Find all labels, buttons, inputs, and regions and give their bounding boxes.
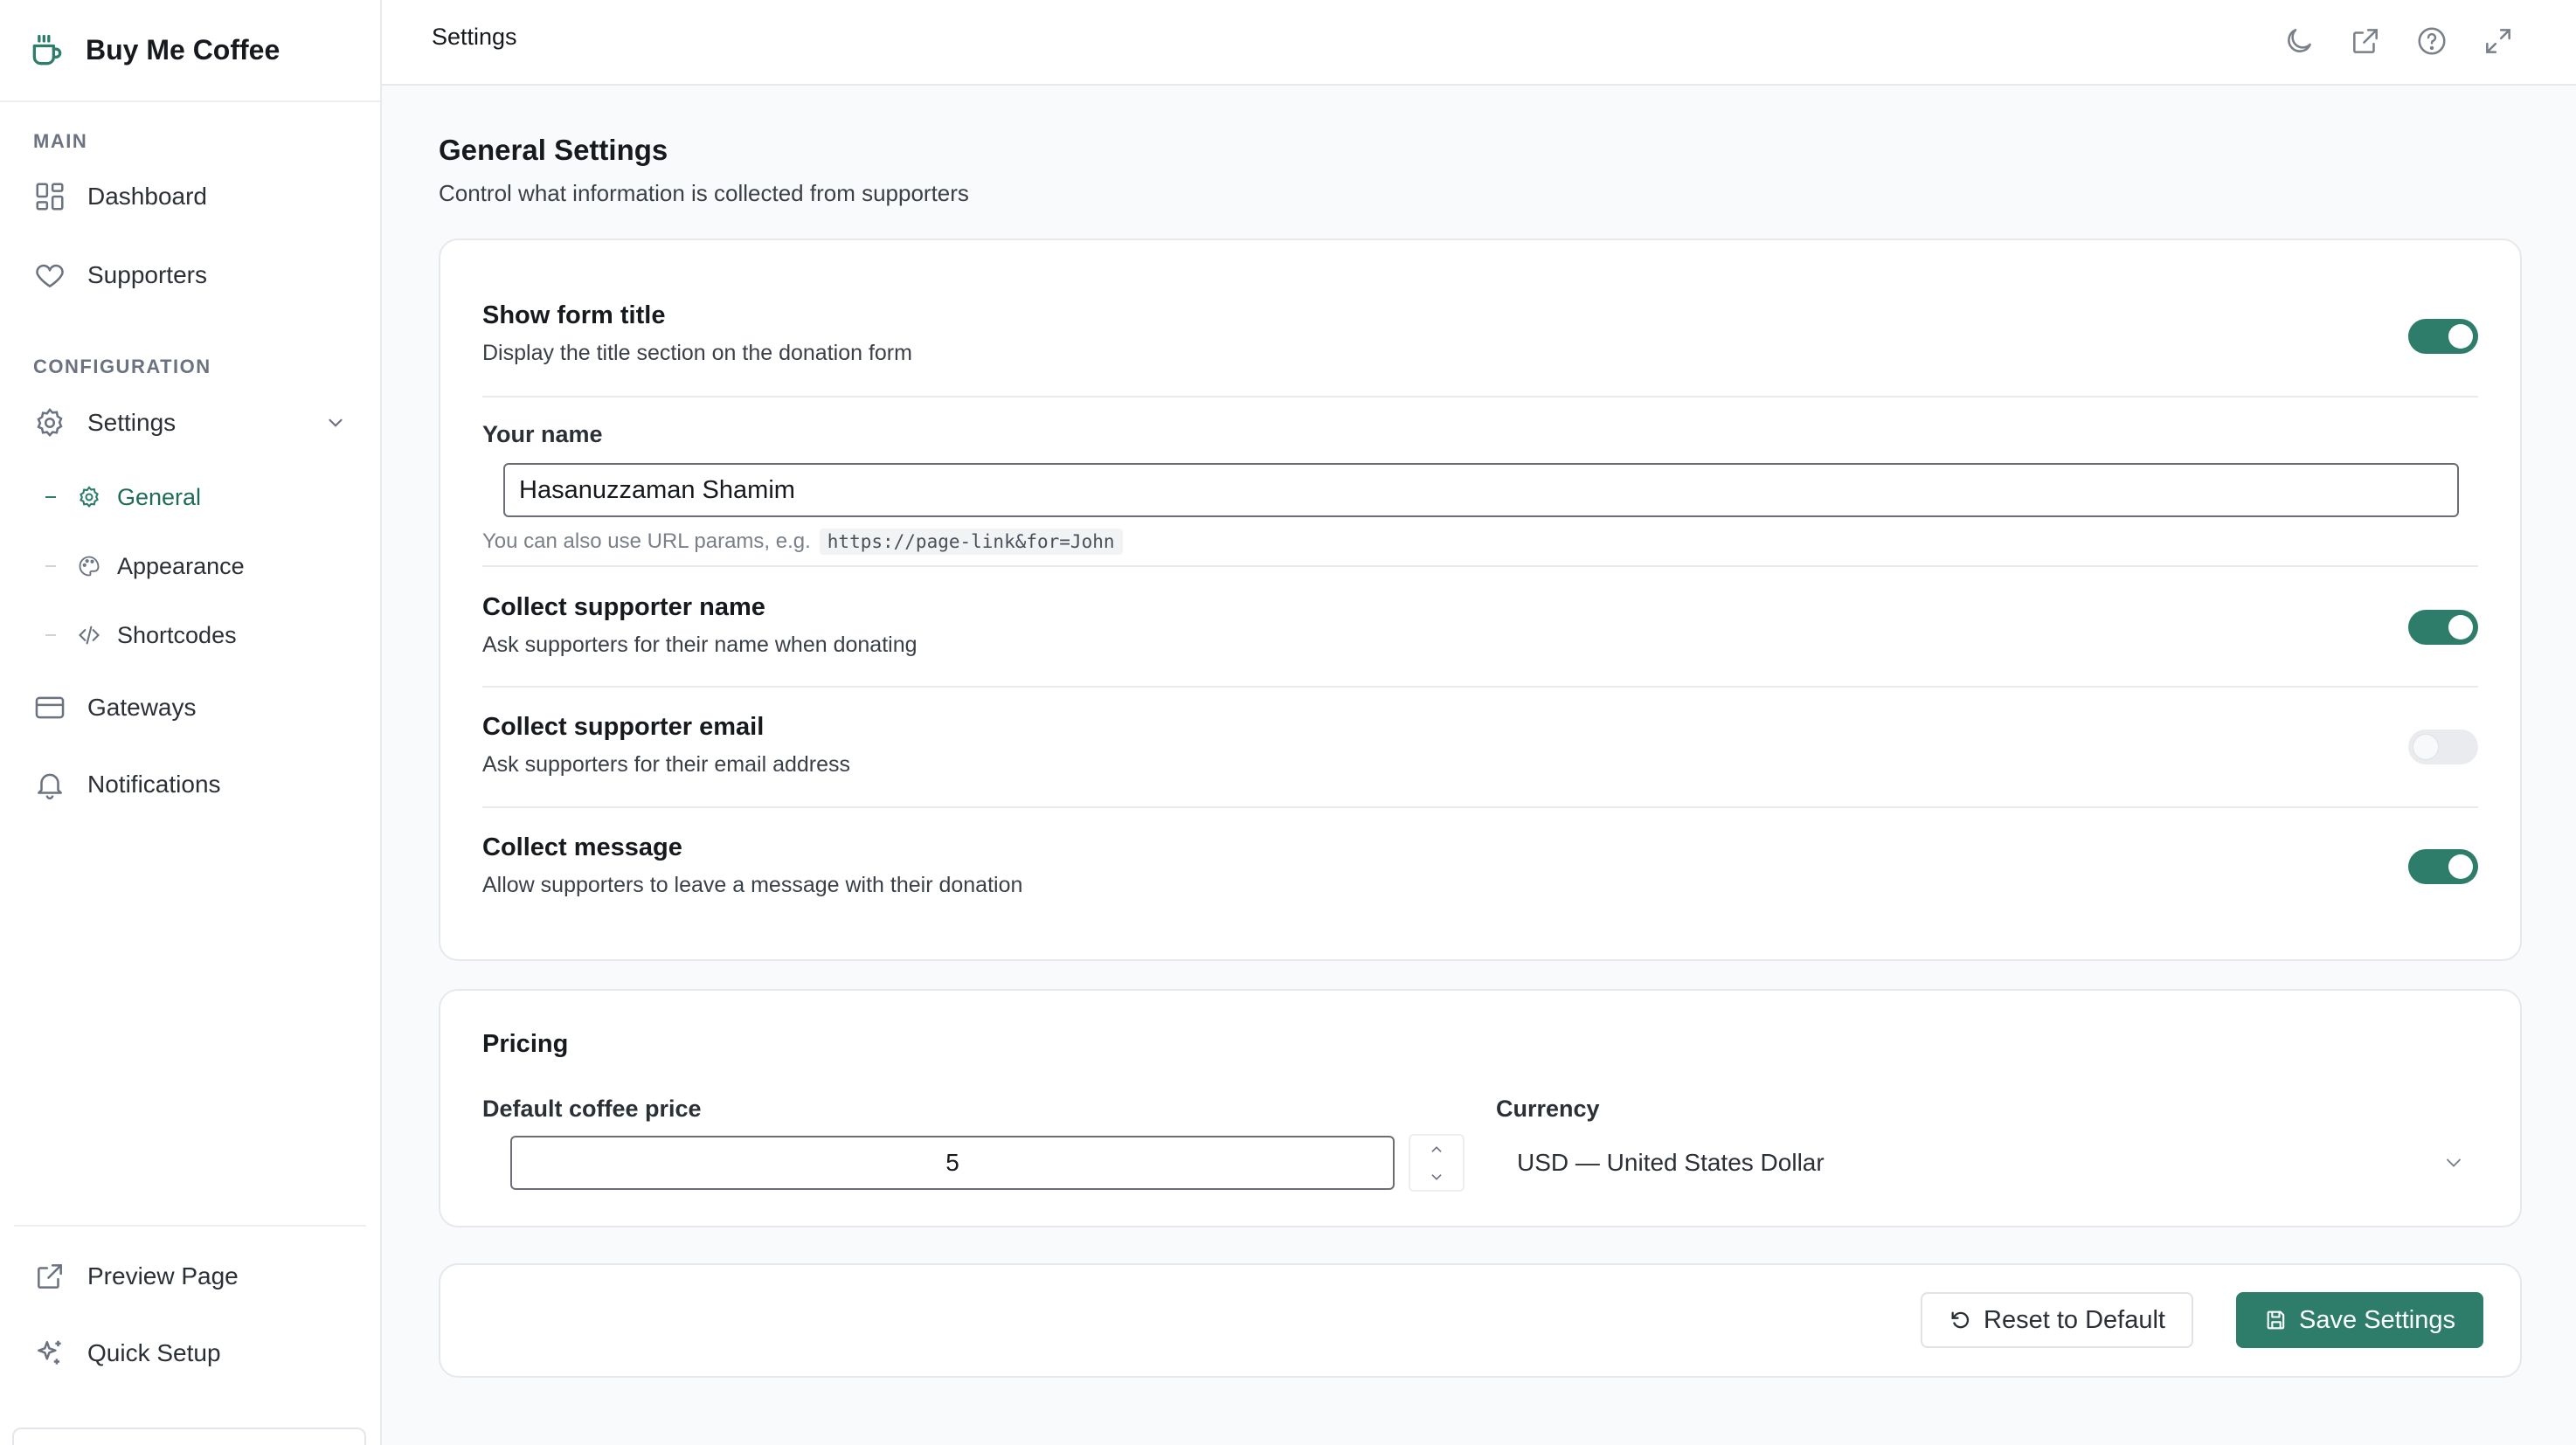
quantity-stepper[interactable] [1409, 1134, 1465, 1192]
chevron-down-icon [2441, 1151, 2466, 1175]
coffee-cup-icon [28, 31, 66, 70]
toggle-knob [2413, 735, 2438, 759]
sidebar-item-gateways[interactable]: Gateways [33, 681, 347, 734]
bell-icon [33, 768, 66, 801]
sidebar-item-label: Quick Setup [87, 1339, 221, 1366]
chevron-down-icon[interactable] [324, 411, 347, 434]
divider [482, 686, 2478, 688]
section-label-main: MAIN [33, 130, 88, 152]
collect-name-toggle[interactable] [2408, 610, 2478, 645]
setting-description: Ask supporters for their name when donat… [482, 633, 918, 657]
save-settings-button[interactable]: Save Settings [2236, 1292, 2483, 1348]
brand[interactable]: Buy Me Coffee [0, 0, 380, 102]
page-title: Settings [432, 24, 517, 50]
price-input[interactable]: 5 [510, 1136, 1395, 1190]
collect-email-toggle[interactable] [2408, 729, 2478, 764]
toggle-knob [2448, 615, 2473, 640]
help-icon[interactable] [2415, 24, 2448, 58]
sidebar-item-settings[interactable]: Settings [33, 397, 347, 449]
sidebar-subitem-general[interactable]: General [45, 474, 347, 520]
sidebar-footer-card [12, 1428, 366, 1445]
your-name-label: Your name [482, 421, 603, 447]
setting-collect-email: Collect supporter email Ask supporters f… [482, 713, 2478, 778]
setting-title: Collect supporter email [482, 713, 765, 741]
sidebar-subitem-label: Appearance [117, 552, 245, 579]
sidebar: Buy Me Coffee MAIN Dashboard Supporters … [0, 0, 382, 1445]
setting-description: Allow supporters to leave a message with… [482, 873, 1023, 897]
gear-icon [77, 485, 101, 509]
setting-collect-message: Collect message Allow supporters to leav… [482, 833, 2478, 898]
external-link-icon [33, 1260, 66, 1293]
external-link-icon[interactable] [2349, 24, 2382, 58]
section-heading: General Settings [439, 134, 668, 166]
sidebar-item-label: Supporters [87, 261, 207, 288]
toggle-knob [2448, 324, 2473, 349]
chevron-down-icon[interactable] [1410, 1163, 1463, 1190]
section-subheading: Control what information is collected fr… [439, 180, 969, 206]
setting-description: Ask supporters for their email address [482, 752, 851, 777]
your-name-input[interactable]: Hasanuzzaman Shamim [503, 463, 2459, 517]
general-settings-card: Show form title Display the title sectio… [439, 239, 2522, 961]
help-code-example: https://page-link&for=John [819, 529, 1123, 555]
sidebar-item-supporters[interactable]: Supporters [33, 249, 347, 301]
sidebar-item-preview-page[interactable]: Preview Page [33, 1250, 347, 1303]
show-form-title-toggle[interactable] [2408, 319, 2478, 354]
moon-icon[interactable] [2282, 24, 2316, 58]
app-name: Buy Me Coffee [86, 34, 280, 66]
help-text: You can also use URL params, e.g. [482, 529, 811, 553]
sidebar-item-quick-setup[interactable]: Quick Setup [33, 1327, 347, 1379]
topbar: Settings [382, 0, 2576, 86]
gear-icon [33, 406, 66, 439]
setting-title: Collect message [482, 833, 682, 861]
save-button-label: Save Settings [2299, 1305, 2455, 1334]
code-icon [77, 623, 101, 647]
sidebar-item-notifications[interactable]: Notifications [33, 758, 347, 811]
dashboard-icon [33, 180, 66, 213]
save-icon [2264, 1308, 2289, 1332]
sidebar-item-label: Dashboard [87, 183, 207, 210]
sidebar-item-label: Gateways [87, 694, 197, 721]
currency-label: Currency [1496, 1096, 1600, 1122]
setting-collect-name: Collect supporter name Ask supporters fo… [482, 593, 2478, 658]
credit-card-icon [33, 691, 66, 724]
sidebar-item-dashboard[interactable]: Dashboard [33, 170, 347, 223]
setting-description: Display the title section on the donatio… [482, 341, 912, 365]
divider [482, 396, 2478, 398]
reset-icon [1949, 1308, 1973, 1332]
expand-icon[interactable] [2482, 24, 2515, 58]
actions-card: Reset to Default Save Settings [439, 1263, 2522, 1378]
reset-to-default-button[interactable]: Reset to Default [1921, 1292, 2193, 1348]
divider [482, 806, 2478, 808]
divider [482, 565, 2478, 567]
currency-select[interactable]: USD — United States Dollar [1496, 1136, 2478, 1190]
active-indicator [45, 496, 56, 498]
pricing-card: Pricing Default coffee price 5 Currency … [439, 989, 2522, 1227]
sidebar-item-label: Settings [87, 409, 177, 436]
setting-show-form-title: Show form title Display the title sectio… [482, 301, 2478, 366]
toggle-knob [2448, 854, 2473, 879]
chevron-up-icon[interactable] [1410, 1136, 1463, 1163]
currency-selected-value: USD — United States Dollar [1517, 1149, 1825, 1176]
sidebar-divider [14, 1225, 366, 1227]
subitem-dash [45, 634, 56, 636]
subitem-dash [45, 565, 56, 567]
section-label-configuration: CONFIGURATION [33, 356, 211, 377]
sidebar-item-label: Preview Page [87, 1262, 239, 1289]
sidebar-subitem-shortcodes[interactable]: Shortcodes [45, 612, 347, 658]
sidebar-item-label: Notifications [87, 771, 221, 798]
price-label: Default coffee price [482, 1096, 702, 1122]
sidebar-subitem-appearance[interactable]: Appearance [45, 543, 347, 589]
palette-icon [77, 554, 101, 578]
setting-title: Show form title [482, 301, 666, 329]
collect-message-toggle[interactable] [2408, 849, 2478, 884]
setting-title: Collect supporter name [482, 593, 765, 621]
heart-icon [33, 259, 66, 292]
pricing-title: Pricing [482, 1030, 569, 1058]
sparkles-icon [33, 1337, 66, 1370]
sidebar-subitem-label: Shortcodes [117, 621, 237, 648]
reset-button-label: Reset to Default [1984, 1305, 2165, 1334]
topbar-actions [2282, 24, 2515, 58]
sidebar-subitem-label: General [117, 483, 202, 510]
your-name-help: You can also use URL params, e.g. https:… [482, 529, 1123, 555]
